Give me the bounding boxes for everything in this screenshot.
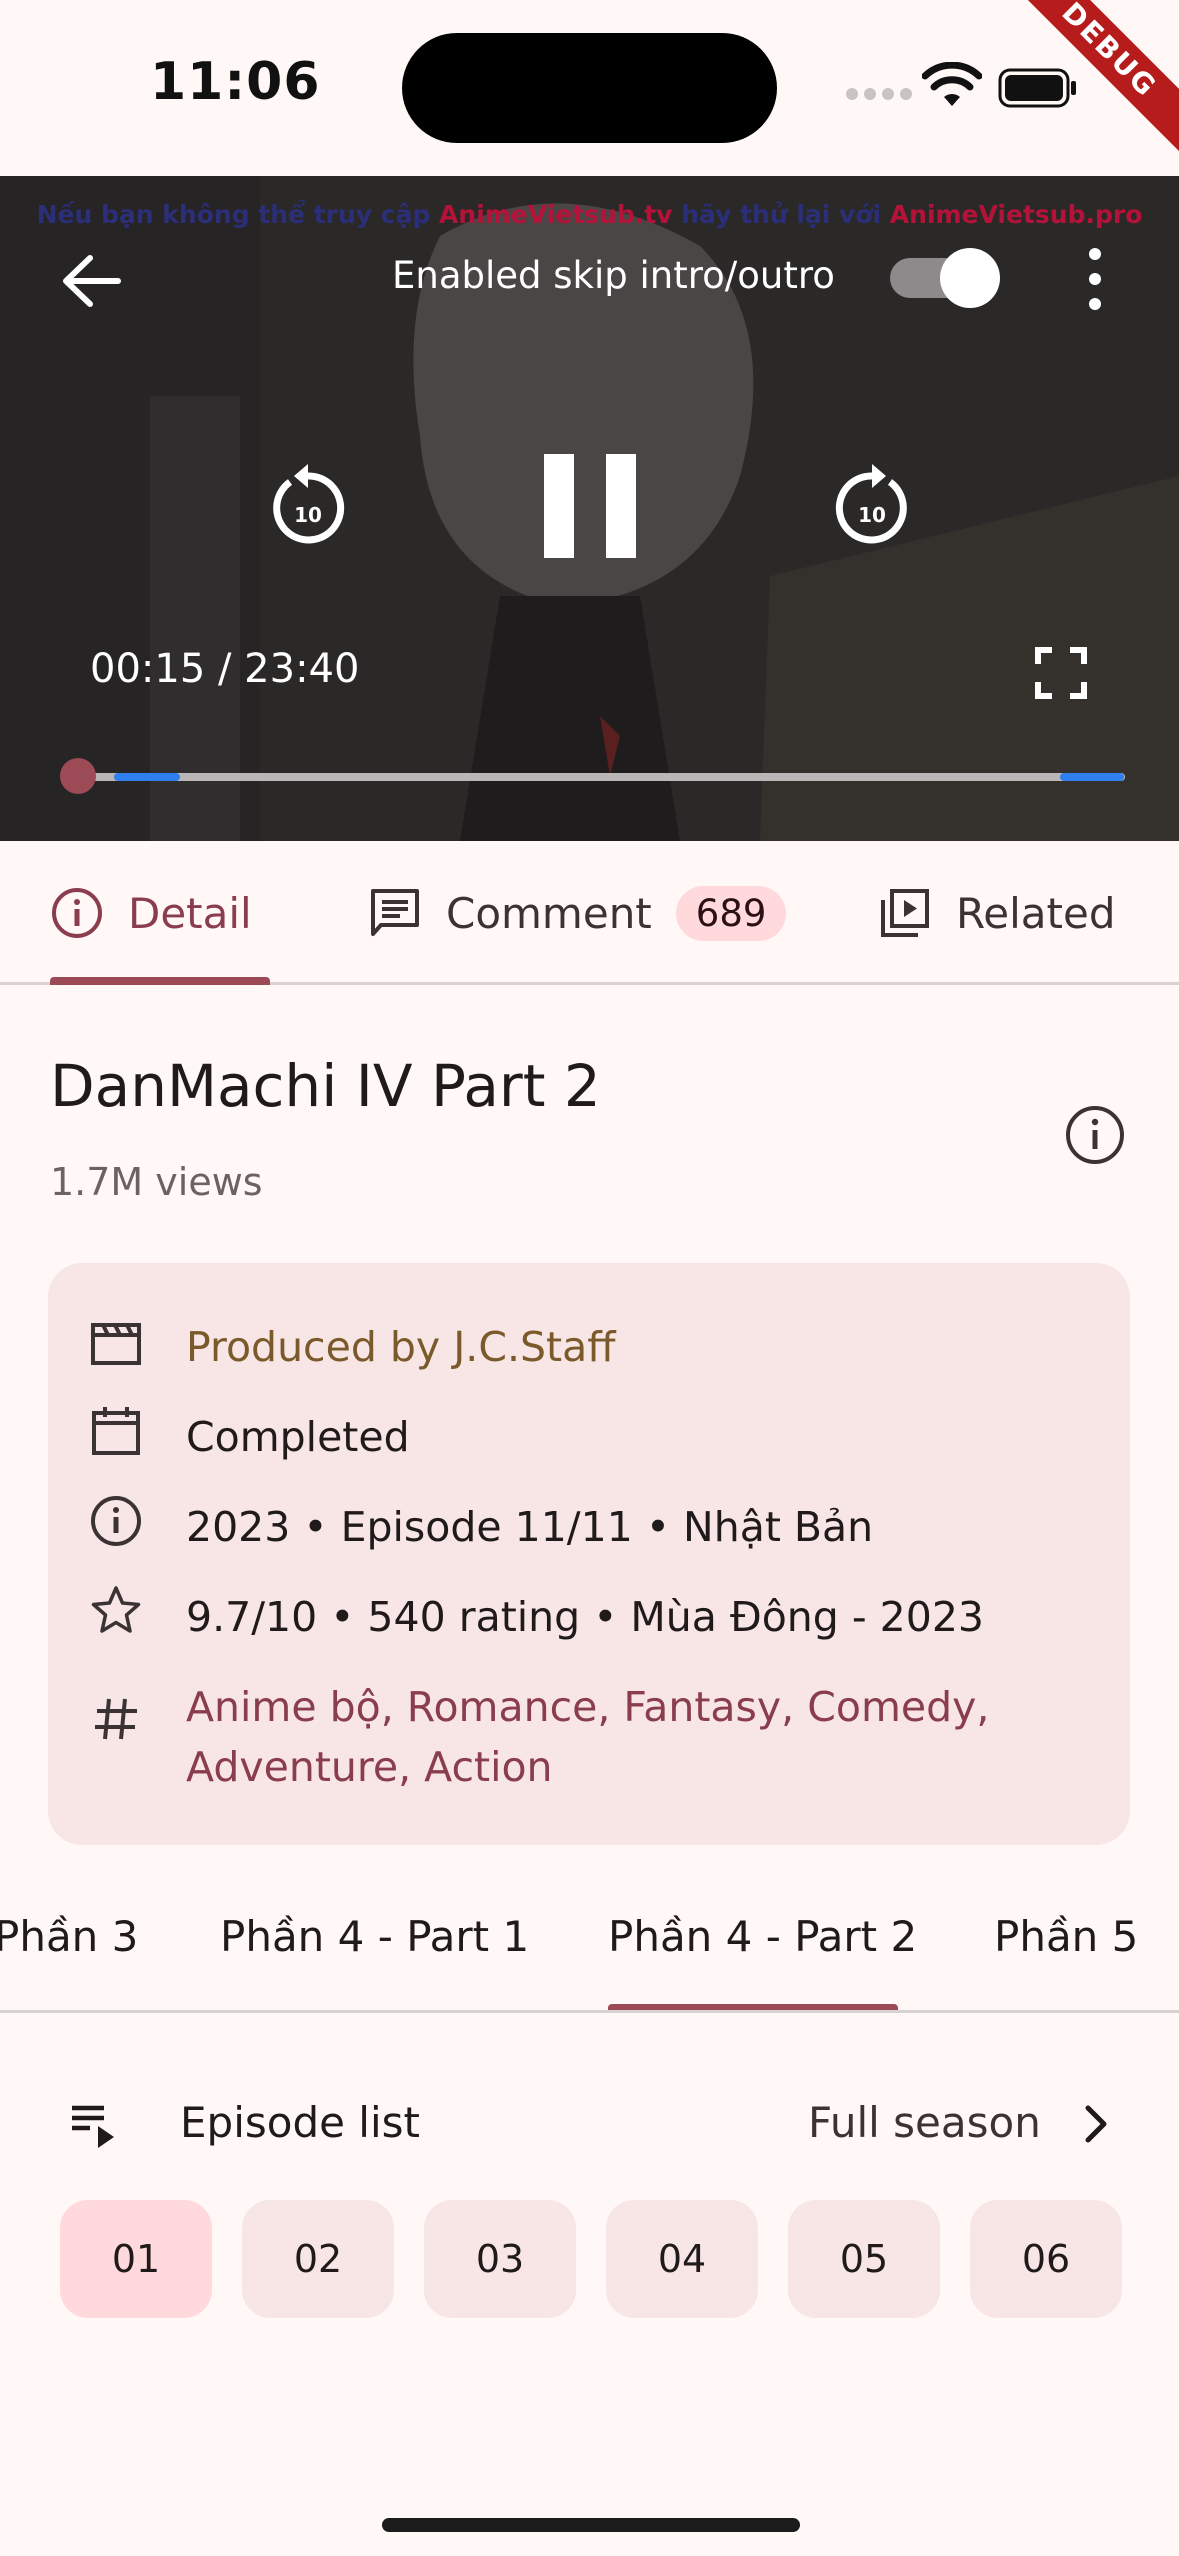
progress-handle[interactable] [60,758,96,794]
more-vert-icon[interactable] [1078,246,1112,312]
buffered-segment [1060,773,1124,781]
rewind-seconds: 10 [294,503,322,527]
chevron-right-icon[interactable] [1074,2100,1118,2148]
info-icon [52,888,102,938]
forward-seconds: 10 [858,503,886,527]
tab-detail[interactable]: Detail [50,841,252,985]
info-outline-icon [91,1496,141,1546]
tab-indicator [50,977,270,985]
tab-detail-label: Detail [128,888,252,938]
season-tab[interactable]: Phần 3 [0,1912,138,1961]
comment-count-badge: 689 [675,885,787,941]
notice-domain-old: AnimeVietsub.tv [439,200,673,229]
status-bar: 11:06 DEBUG [0,0,1179,176]
calendar-icon [92,1407,140,1455]
home-indicator [382,2518,800,2532]
playback-progress-bar[interactable] [50,756,1125,796]
genres-row: Anime bộ, Romance, Fantasy, Comedy, Adve… [88,1677,1086,1797]
comment-icon [371,889,419,936]
notice-text-2: hãy thử lại với [672,200,890,229]
full-season-link[interactable]: Full season [808,2098,1041,2147]
anime-meta: 2023 • Episode 11/11 • Nhật Bản [186,1503,874,1551]
wifi-icon [922,62,982,106]
status-time: 11:06 [150,52,321,112]
episode-chip[interactable]: 02 [242,2200,394,2318]
episode-list-label: Episode list [180,2098,420,2147]
tab-comment[interactable]: Comment 689 [368,841,787,985]
episode-chip[interactable]: 03 [424,2200,576,2318]
anime-rating: 9.7/10 • 540 rating • Mùa Đông - 2023 [186,1593,985,1641]
tab-comment-label: Comment [446,888,652,938]
playlist-play-icon [72,2105,114,2148]
season-tab-selected[interactable]: Phần 4 - Part 2 [608,1912,917,1961]
dynamic-island [402,33,777,143]
clapperboard-icon [91,1323,141,1365]
airing-status: Completed [186,1413,410,1461]
pause-icon[interactable] [540,452,640,560]
episode-chips: 01 02 03 04 05 06 [60,2200,1122,2318]
notice-domain-new: AnimeVietsub.pro [889,200,1143,229]
episode-chip[interactable]: 04 [606,2200,758,2318]
fullscreen-icon[interactable] [1034,646,1088,700]
episode-chip-active[interactable]: 01 [60,2200,212,2318]
tab-related[interactable]: Related [878,841,1116,985]
season-tab[interactable]: Phần 5 [994,1912,1138,1961]
video-library-icon [881,889,929,937]
star-outline-icon [91,1586,141,1633]
season-tabs: Phần 3 Phần 4 - Part 1 Phần 4 - Part 2 P… [0,1878,1179,2013]
season-tab[interactable]: Phần 4 - Part 1 [220,1912,529,1961]
tab-related-label: Related [956,888,1116,938]
skip-intro-label: Enabled skip intro/outro [392,254,835,297]
producer-row: Produced by J.C.Staff [88,1317,615,1377]
cellular-signal-icon [846,88,912,100]
status-row: Completed [88,1407,410,1467]
episode-chip[interactable]: 06 [970,2200,1122,2318]
season-tab-indicator [608,2004,898,2010]
episode-chip[interactable]: 05 [788,2200,940,2318]
skip-intro-toggle[interactable] [890,248,1000,308]
anime-title: DanMachi IV Part 2 [50,1052,601,1120]
detail-tabs: Detail Comment 689 Related [0,841,1179,985]
anime-info-card: Produced by J.C.Staff Completed 2023 • E… [48,1263,1130,1845]
playback-time: 00:15 / 23:40 [90,646,360,692]
hashtag-icon [95,1698,137,1740]
view-count: 1.7M views [50,1160,263,1204]
forward-10-icon[interactable]: 10 [832,462,912,548]
genre-links[interactable]: Anime bộ, Romance, Fantasy, Comedy, Adve… [186,1677,1086,1797]
back-arrow-icon[interactable] [56,246,126,316]
battery-icon [998,68,1076,108]
buffered-segment [114,773,180,781]
video-player[interactable]: Nếu bạn không thể truy cập AnimeVietsub.… [0,176,1179,841]
watermark-notice: Nếu bạn không thể truy cập AnimeVietsub.… [0,200,1179,229]
info-icon[interactable] [1064,1104,1126,1166]
meta-row: 2023 • Episode 11/11 • Nhật Bản [88,1496,874,1557]
rating-row: 9.7/10 • 540 rating • Mùa Đông - 2023 [88,1586,985,1647]
producer-link[interactable]: Produced by J.C.Staff [186,1317,615,1377]
replay-10-icon[interactable]: 10 [268,462,348,548]
notice-text: Nếu bạn không thể truy cập [36,200,440,229]
